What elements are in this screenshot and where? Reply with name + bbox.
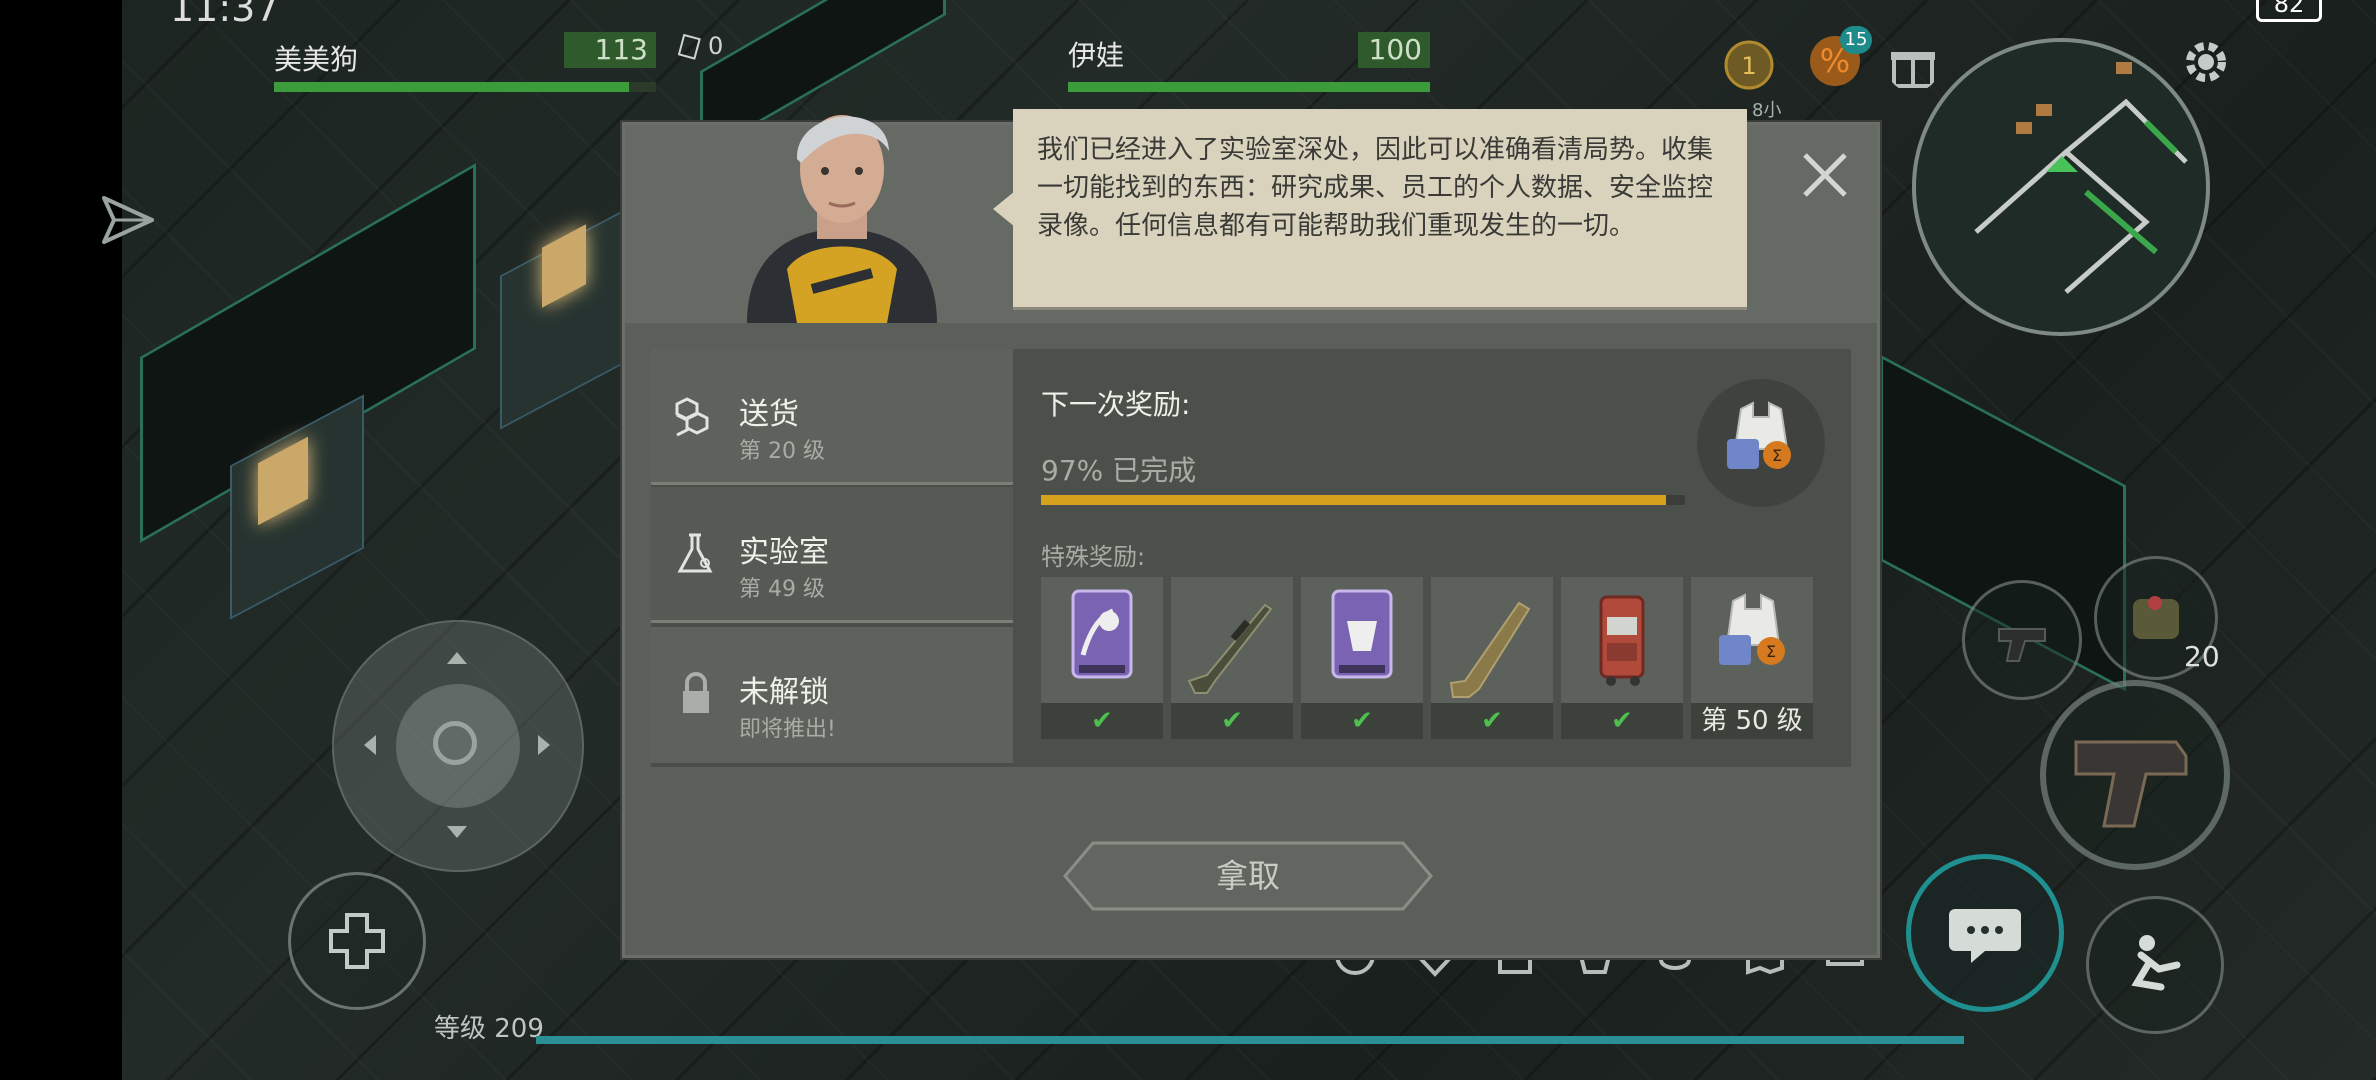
player-level: 等级 209: [434, 1014, 544, 1044]
close-icon[interactable]: [1799, 149, 1851, 201]
reward-claimed-check: ✔: [1561, 703, 1683, 739]
armor-vest-icon: Σ: [1727, 401, 1791, 469]
game-scene: 11:37 82 美美狗 113 0 伊娃 100 1 8小 % 15 等级 2…: [0, 0, 2376, 1080]
claim-button-label: 拿取: [1215, 857, 1280, 895]
flask-icon: [677, 533, 713, 573]
screen-letterbox: [0, 0, 122, 1080]
pistol-icon: [1998, 628, 2046, 662]
arrow-up-icon: [447, 652, 467, 664]
reward-slot-5[interactable]: ✔: [1561, 577, 1683, 739]
send-icon[interactable]: [98, 190, 158, 250]
special-rewards-title: 特殊奖励:: [1041, 543, 1146, 571]
armor-vest-icon: Σ: [1719, 593, 1785, 665]
reward-slot-1[interactable]: ✔: [1041, 577, 1163, 739]
attack-button[interactable]: [2040, 680, 2230, 870]
reward-slot-3[interactable]: ✔: [1301, 577, 1423, 739]
svg-text:Σ: Σ: [1766, 642, 1776, 661]
claim-button[interactable]: 拿取: [1063, 841, 1433, 911]
hp-fill: [274, 82, 630, 92]
svg-text:Σ: Σ: [1772, 446, 1782, 465]
timer-coin-icon[interactable]: 1: [1722, 38, 1776, 92]
xp-bar: [536, 1036, 1964, 1044]
plus-icon: [329, 913, 385, 969]
battery-indicator: 82: [2256, 0, 2322, 22]
speech-tail: [993, 191, 1015, 227]
shotgun-icon: [1449, 601, 1531, 698]
next-reward-title: 下一次奖励:: [1041, 388, 1191, 421]
crouch-button[interactable]: [2086, 896, 2224, 1034]
reward-claimed-check: ✔: [1431, 703, 1553, 739]
reward-claimed-check: ✔: [1301, 703, 1423, 739]
xp-fill: [536, 1036, 1964, 1044]
character-portrait: [747, 115, 937, 323]
progress-fill: [1041, 495, 1666, 505]
minimap-layout: [1974, 62, 2188, 294]
skull-card-icon: [1071, 589, 1133, 679]
hp-fill: [1068, 82, 1430, 92]
reward-claimed-check: ✔: [1041, 703, 1163, 739]
discount-badge: 15: [1840, 26, 1872, 54]
party-member-hpbar-2: [1068, 82, 1430, 92]
reward-details: 下一次奖励: 97% 已完成 Σ 特殊奖励: ✔ ✔ ✔ ✔ ✔ Σ 第 50 …: [1013, 349, 1851, 767]
boxes-icon: [675, 397, 709, 437]
gift-icon[interactable]: [1886, 38, 1940, 92]
gear-icon[interactable]: [2178, 34, 2234, 90]
status-time: 11:37: [170, 0, 280, 30]
next-reward-preview[interactable]: Σ: [1697, 379, 1825, 507]
movement-joystick[interactable]: [332, 620, 584, 872]
party-member-hp-1: 113: [564, 32, 656, 68]
reward-dialog: 我们已经进入了实验室深处，因此可以准确看清局势。收集一切能找到的东西：研究成果、…: [622, 109, 1880, 958]
note-count: 0: [708, 32, 724, 60]
reward-slot-4[interactable]: ✔: [1431, 577, 1553, 739]
backpack-red-icon: [1599, 595, 1645, 686]
reward-claimed-check: ✔: [1171, 703, 1293, 739]
arrow-down-icon: [447, 826, 467, 838]
blueprint-card-icon: [1331, 589, 1393, 679]
tab-delivery-level: 第 20 级: [739, 439, 825, 464]
arrow-left-icon: [364, 735, 376, 755]
tab-locked-label: 未解锁: [739, 675, 829, 710]
crouch-icon: [2131, 935, 2181, 991]
chat-bubble-icon: [1949, 909, 2021, 963]
party-member-name-1: 美美狗: [274, 43, 359, 76]
svg-text:1: 1: [1741, 52, 1756, 80]
party-member-hp-2: 100: [1358, 32, 1430, 68]
lock-icon: [683, 672, 709, 713]
arrow-right-icon: [538, 735, 550, 755]
reward-unlock-level: 第 50 级: [1691, 703, 1813, 739]
tab-locked[interactable]: 未解锁 即将推出!: [651, 627, 1013, 763]
party-member-name-2: 伊娃: [1068, 39, 1125, 72]
ammo-count: 20: [2184, 640, 2220, 673]
progress-text: 97% 已完成: [1041, 454, 1197, 487]
sniper-rifle-icon: [1187, 603, 1273, 694]
joystick-center-icon: [433, 721, 477, 765]
tab-laboratory-label: 实验室: [739, 535, 829, 570]
party-member-hpbar-1: [274, 82, 656, 92]
weapon-slot-pistol[interactable]: [1962, 580, 2082, 700]
tab-laboratory-level: 第 49 级: [739, 577, 825, 602]
event-panel: 送货 第 20 级 实验室 第 49 级 未解锁 即将推出! 下一次奖励: 97…: [651, 349, 1851, 767]
tab-locked-sub: 即将推出!: [739, 717, 836, 742]
tab-delivery[interactable]: 送货 第 20 级: [651, 349, 1013, 485]
reward-slot-6[interactable]: Σ 第 50 级: [1691, 577, 1813, 739]
heal-button[interactable]: [288, 872, 426, 1010]
reward-slot-2[interactable]: ✔: [1171, 577, 1293, 739]
tab-laboratory[interactable]: 实验室 第 49 级: [651, 487, 1013, 623]
pistol-large-icon: [2074, 740, 2188, 828]
joystick-thumb[interactable]: [396, 684, 520, 808]
dialog-speech-text: 我们已经进入了实验室深处，因此可以准确看清局势。收集一切能找到的东西：研究成果、…: [1013, 109, 1747, 307]
progress-bar: [1041, 495, 1685, 505]
timer-label: 8小: [1752, 100, 1782, 121]
minimap[interactable]: [1912, 38, 2210, 336]
chat-button[interactable]: [1906, 854, 2064, 1012]
note-icon: [678, 34, 701, 60]
tab-delivery-label: 送货: [739, 397, 799, 432]
